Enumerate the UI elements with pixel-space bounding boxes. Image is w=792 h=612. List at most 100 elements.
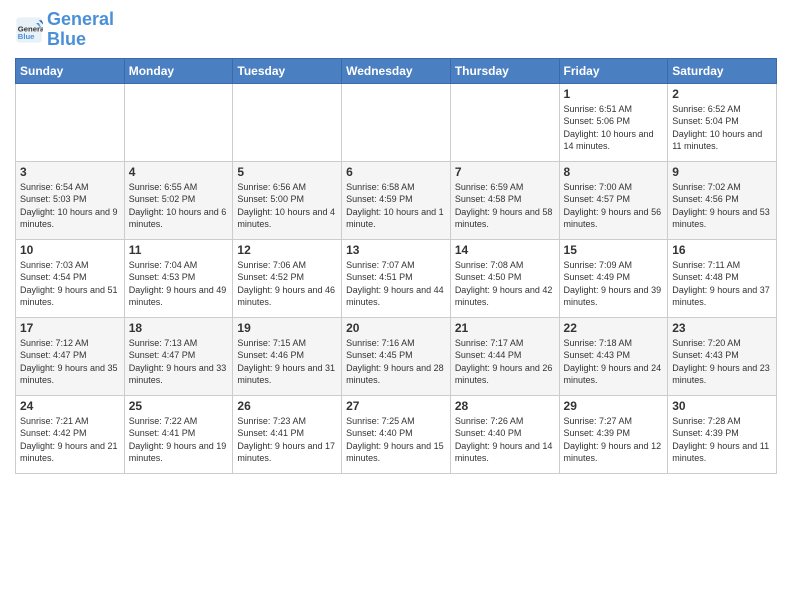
day-info: Sunrise: 7:06 AM Sunset: 4:52 PM Dayligh… — [237, 259, 337, 309]
day-number: 12 — [237, 243, 337, 257]
calendar-cell: 11 Sunrise: 7:04 AM Sunset: 4:53 PM Dayli… — [124, 239, 233, 317]
day-number: 5 — [237, 165, 337, 179]
day-of-week-header: Saturday — [668, 58, 777, 83]
day-number: 26 — [237, 399, 337, 413]
day-number: 1 — [564, 87, 664, 101]
day-info: Sunrise: 7:23 AM Sunset: 4:41 PM Dayligh… — [237, 415, 337, 465]
calendar-cell: 27Sunrise: 7:25 AM Sunset: 4:40 PM Dayli… — [342, 395, 451, 473]
calendar-cell — [233, 83, 342, 161]
day-of-week-header: Sunday — [16, 58, 125, 83]
day-info: Sunrise: 7:00 AM Sunset: 4:57 PM Dayligh… — [564, 181, 664, 231]
day-info: Sunrise: 7:21 AM Sunset: 4:42 PM Dayligh… — [20, 415, 120, 465]
logo-icon: General Blue — [15, 16, 43, 44]
day-info: Sunrise: 7:13 AM Sunset: 4:47 PM Dayligh… — [129, 337, 229, 387]
calendar-week-row: 3 Sunrise: 6:54 AM Sunset: 5:03 PM Daylig… — [16, 161, 777, 239]
calendar-week-row: 17 Sunrise: 7:12 AM Sunset: 4:47 PM Dayli… — [16, 317, 777, 395]
day-number: 24 — [20, 399, 120, 413]
calendar-cell: 13Sunrise: 7:07 AM Sunset: 4:51 PM Dayli… — [342, 239, 451, 317]
calendar-cell — [342, 83, 451, 161]
day-number: 15 — [564, 243, 664, 257]
calendar-cell: 29Sunrise: 7:27 AM Sunset: 4:39 PM Dayli… — [559, 395, 668, 473]
day-number: 10 — [20, 243, 120, 257]
calendar-cell: 25 Sunrise: 7:22 AM Sunset: 4:41 PM Dayli… — [124, 395, 233, 473]
calendar-week-row: 10 Sunrise: 7:03 AM Sunset: 4:54 PM Dayli… — [16, 239, 777, 317]
day-info: Sunrise: 7:16 AM Sunset: 4:45 PM Dayligh… — [346, 337, 446, 387]
calendar-cell: 28 Sunrise: 7:26 AM Sunset: 4:40 PM Dayli… — [450, 395, 559, 473]
day-info: Sunrise: 7:12 AM Sunset: 4:47 PM Dayligh… — [20, 337, 120, 387]
day-of-week-header: Wednesday — [342, 58, 451, 83]
calendar-cell: 23 Sunrise: 7:20 AM Sunset: 4:43 PM Dayli… — [668, 317, 777, 395]
day-number: 22 — [564, 321, 664, 335]
calendar-cell: 3 Sunrise: 6:54 AM Sunset: 5:03 PM Daylig… — [16, 161, 125, 239]
day-info: Sunrise: 6:52 AM Sunset: 5:04 PM Dayligh… — [672, 103, 772, 153]
header-row: SundayMondayTuesdayWednesdayThursdayFrid… — [16, 58, 777, 83]
day-info: Sunrise: 7:03 AM Sunset: 4:54 PM Dayligh… — [20, 259, 120, 309]
day-number: 19 — [237, 321, 337, 335]
day-of-week-header: Friday — [559, 58, 668, 83]
calendar-cell: 24 Sunrise: 7:21 AM Sunset: 4:42 PM Dayli… — [16, 395, 125, 473]
day-number: 7 — [455, 165, 555, 179]
day-info: Sunrise: 6:55 AM Sunset: 5:02 PM Dayligh… — [129, 181, 229, 231]
day-number: 16 — [672, 243, 772, 257]
day-info: Sunrise: 6:51 AM Sunset: 5:06 PM Dayligh… — [564, 103, 664, 153]
day-number: 21 — [455, 321, 555, 335]
calendar-cell: 20 Sunrise: 7:16 AM Sunset: 4:45 PM Dayli… — [342, 317, 451, 395]
day-info: Sunrise: 7:11 AM Sunset: 4:48 PM Dayligh… — [672, 259, 772, 309]
calendar-cell: 5 Sunrise: 6:56 AM Sunset: 5:00 PM Daylig… — [233, 161, 342, 239]
day-number: 8 — [564, 165, 664, 179]
calendar-table: SundayMondayTuesdayWednesdayThursdayFrid… — [15, 58, 777, 474]
day-of-week-header: Thursday — [450, 58, 559, 83]
day-info: Sunrise: 7:25 AM Sunset: 4:40 PM Dayligh… — [346, 415, 446, 465]
day-number: 30 — [672, 399, 772, 413]
day-info: Sunrise: 7:26 AM Sunset: 4:40 PM Dayligh… — [455, 415, 555, 465]
day-info: Sunrise: 7:04 AM Sunset: 4:53 PM Dayligh… — [129, 259, 229, 309]
calendar-cell: 21Sunrise: 7:17 AM Sunset: 4:44 PM Dayli… — [450, 317, 559, 395]
day-info: Sunrise: 7:20 AM Sunset: 4:43 PM Dayligh… — [672, 337, 772, 387]
calendar-cell: 2 Sunrise: 6:52 AM Sunset: 5:04 PM Daylig… — [668, 83, 777, 161]
calendar-cell: 4Sunrise: 6:55 AM Sunset: 5:02 PM Daylig… — [124, 161, 233, 239]
day-number: 25 — [129, 399, 229, 413]
calendar-cell: 16 Sunrise: 7:11 AM Sunset: 4:48 PM Dayli… — [668, 239, 777, 317]
day-of-week-header: Tuesday — [233, 58, 342, 83]
day-number: 9 — [672, 165, 772, 179]
calendar-cell — [124, 83, 233, 161]
logo: General Blue GeneralBlue — [15, 10, 114, 50]
calendar-cell: 1 Sunrise: 6:51 AM Sunset: 5:06 PM Daylig… — [559, 83, 668, 161]
day-number: 20 — [346, 321, 446, 335]
day-info: Sunrise: 6:54 AM Sunset: 5:03 PM Dayligh… — [20, 181, 120, 231]
calendar-cell: 18Sunrise: 7:13 AM Sunset: 4:47 PM Dayli… — [124, 317, 233, 395]
page-container: General Blue GeneralBlue SundayMondayTue… — [0, 0, 792, 484]
day-number: 3 — [20, 165, 120, 179]
day-number: 23 — [672, 321, 772, 335]
day-number: 17 — [20, 321, 120, 335]
day-number: 28 — [455, 399, 555, 413]
day-number: 6 — [346, 165, 446, 179]
header: General Blue GeneralBlue — [15, 10, 777, 50]
day-info: Sunrise: 7:08 AM Sunset: 4:50 PM Dayligh… — [455, 259, 555, 309]
calendar-week-row: 24 Sunrise: 7:21 AM Sunset: 4:42 PM Dayli… — [16, 395, 777, 473]
calendar-cell: 14 Sunrise: 7:08 AM Sunset: 4:50 PM Dayli… — [450, 239, 559, 317]
calendar-cell: 8 Sunrise: 7:00 AM Sunset: 4:57 PM Daylig… — [559, 161, 668, 239]
calendar-cell: 30 Sunrise: 7:28 AM Sunset: 4:39 PM Dayli… — [668, 395, 777, 473]
day-info: Sunrise: 7:02 AM Sunset: 4:56 PM Dayligh… — [672, 181, 772, 231]
day-info: Sunrise: 6:56 AM Sunset: 5:00 PM Dayligh… — [237, 181, 337, 231]
day-number: 29 — [564, 399, 664, 413]
calendar-cell: 15Sunrise: 7:09 AM Sunset: 4:49 PM Dayli… — [559, 239, 668, 317]
day-of-week-header: Monday — [124, 58, 233, 83]
day-number: 2 — [672, 87, 772, 101]
calendar-cell — [16, 83, 125, 161]
day-info: Sunrise: 7:22 AM Sunset: 4:41 PM Dayligh… — [129, 415, 229, 465]
calendar-cell: 6Sunrise: 6:58 AM Sunset: 4:59 PM Daylig… — [342, 161, 451, 239]
calendar-cell: 12 Sunrise: 7:06 AM Sunset: 4:52 PM Dayli… — [233, 239, 342, 317]
calendar-cell: 7Sunrise: 6:59 AM Sunset: 4:58 PM Daylig… — [450, 161, 559, 239]
logo-text: GeneralBlue — [47, 10, 114, 50]
day-info: Sunrise: 7:28 AM Sunset: 4:39 PM Dayligh… — [672, 415, 772, 465]
svg-text:Blue: Blue — [18, 32, 35, 41]
day-number: 11 — [129, 243, 229, 257]
day-number: 14 — [455, 243, 555, 257]
calendar-cell: 9 Sunrise: 7:02 AM Sunset: 4:56 PM Daylig… — [668, 161, 777, 239]
calendar-week-row: 1 Sunrise: 6:51 AM Sunset: 5:06 PM Daylig… — [16, 83, 777, 161]
calendar-cell: 17 Sunrise: 7:12 AM Sunset: 4:47 PM Dayli… — [16, 317, 125, 395]
day-info: Sunrise: 7:07 AM Sunset: 4:51 PM Dayligh… — [346, 259, 446, 309]
calendar-cell — [450, 83, 559, 161]
